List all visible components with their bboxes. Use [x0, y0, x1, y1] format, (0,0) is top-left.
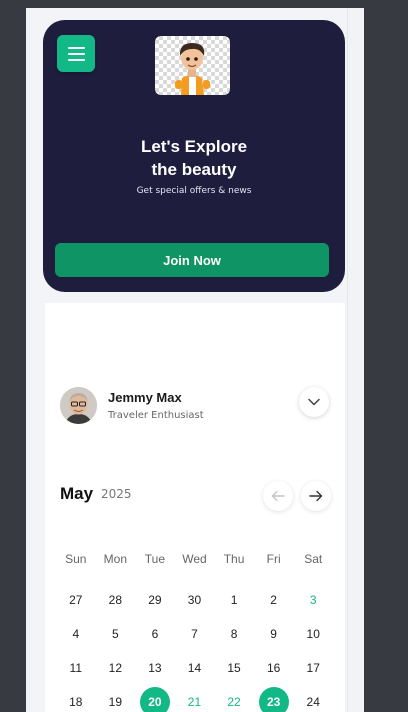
profile-role: Traveler Enthusiast — [108, 410, 204, 421]
calendar-day[interactable]: 10 — [293, 617, 333, 651]
avatar — [60, 387, 97, 424]
calendar-day-label: 24 — [306, 695, 320, 709]
calendar-day-selected[interactable]: 23 — [254, 685, 294, 712]
person-photo — [60, 387, 97, 424]
calendar-day-label: 29 — [148, 593, 162, 607]
calendar-day-label: 4 — [72, 627, 80, 641]
weekday-label: Tue — [144, 552, 166, 566]
calendar-day-label: 9 — [270, 627, 277, 641]
hero-subtitle: Get special offers & news — [136, 186, 252, 196]
calendar-day[interactable]: 24 — [293, 685, 333, 712]
calendar-day-label: 28 — [108, 593, 123, 607]
calendar-day-label: 1 — [230, 593, 238, 607]
arrow-left-icon — [271, 490, 285, 502]
weekday-label: Thu — [223, 552, 245, 566]
previous-month-button[interactable] — [263, 481, 293, 511]
promo-hero-card: Let's Explore the beauty Get special off… — [43, 20, 345, 292]
profile-calendar-card: Jemmy Max Traveler Enthusiast May 2025 S… — [45, 303, 345, 712]
calendar-day-label: 13 — [148, 661, 162, 675]
weekday-label: Mon — [103, 552, 128, 566]
calendar-day[interactable]: 18 — [56, 685, 96, 712]
app-panel: Let's Explore the beauty Get special off… — [26, 8, 364, 712]
calendar-day[interactable]: 11 — [56, 651, 96, 685]
weekday-label: Fri — [266, 552, 281, 566]
hero-title: Let's Explore the beauty — [43, 135, 345, 181]
calendar-day-label: 20 — [139, 687, 170, 712]
calendar-day[interactable]: 8 — [214, 617, 254, 651]
arrow-right-icon — [309, 490, 323, 502]
chevron-down-icon — [308, 398, 320, 406]
calendar-day-label: 18 — [69, 695, 83, 709]
calendar-day-label: 27 — [69, 593, 83, 607]
calendar-day-label: 12 — [108, 661, 123, 675]
calendar-day[interactable]: 19 — [96, 685, 136, 712]
calendar-day[interactable]: 15 — [214, 651, 254, 685]
hamburger-line — [67, 52, 85, 55]
calendar-day-label: 23 — [258, 687, 289, 712]
calendar-day-label: 8 — [230, 627, 238, 641]
calendar-day[interactable]: 3 — [293, 583, 333, 617]
calendar-day-label: 14 — [187, 661, 202, 675]
calendar-day-label: 10 — [306, 627, 320, 641]
calendar-day[interactable]: 22 — [214, 685, 254, 712]
hamburger-menu-icon — [67, 46, 85, 49]
calendar-day[interactable]: 21 — [175, 685, 215, 712]
calendar-day[interactable]: 9 — [254, 617, 294, 651]
calendar-grid: 27 28 29 30 1 2 3 4 5 6 7 8 9 10 11 12 13 14 15 16 17 18 19 20 2… — [56, 583, 333, 712]
calendar-day[interactable]: 28 — [96, 583, 136, 617]
calendar-day[interactable]: 14 — [175, 651, 215, 685]
calendar-day-label: 19 — [108, 695, 123, 709]
next-month-button[interactable] — [301, 481, 331, 511]
scrollbar[interactable] — [347, 8, 364, 712]
calendar-day[interactable]: 13 — [135, 651, 175, 685]
calendar-day[interactable]: 16 — [254, 651, 294, 685]
calendar-day-label: 16 — [266, 661, 281, 675]
profile-name: Jemmy Max — [108, 390, 182, 405]
calendar-day-selected[interactable]: 20 — [135, 685, 175, 712]
calendar-day[interactable]: 2 — [254, 583, 294, 617]
calendar-year: 2025 — [101, 487, 132, 501]
calendar-day[interactable]: 29 — [135, 583, 175, 617]
calendar-day-label: 3 — [309, 593, 317, 607]
calendar-day[interactable]: 17 — [293, 651, 333, 685]
weekday-label: Sun — [65, 552, 87, 566]
calendar-day-label: 2 — [270, 593, 277, 607]
hamburger-line — [67, 58, 85, 61]
cartoon-character-illustration — [175, 43, 210, 95]
weekday-header: Sun Mon Tue Wed Thu Fri Sat — [56, 552, 333, 566]
calendar-day-label: 5 — [112, 627, 119, 641]
hero-title-line-2: the beauty — [151, 160, 237, 179]
calendar-day[interactable]: 6 — [135, 617, 175, 651]
menu-button[interactable] — [57, 35, 95, 72]
calendar-day-label: 17 — [306, 661, 320, 675]
calendar-month: May — [60, 484, 94, 503]
calendar-day-label: 30 — [187, 593, 202, 607]
calendar-day-label: 21 — [187, 695, 202, 709]
calendar-day-label: 7 — [191, 627, 198, 641]
calendar-day[interactable]: 4 — [56, 617, 96, 651]
calendar-day[interactable]: 30 — [175, 583, 215, 617]
weekday-label: Wed — [182, 552, 207, 566]
calendar-day[interactable]: 27 — [56, 583, 96, 617]
calendar-day-label: 22 — [227, 695, 241, 709]
join-now-button[interactable]: Join Now — [55, 243, 329, 277]
calendar-day-label: 15 — [227, 661, 241, 675]
weekday-label: Sat — [304, 552, 323, 566]
calendar-day[interactable]: 12 — [96, 651, 136, 685]
calendar-day[interactable]: 7 — [175, 617, 215, 651]
calendar-day[interactable]: 5 — [96, 617, 136, 651]
calendar-day-label: 11 — [69, 661, 83, 675]
hero-title-line-1: Let's Explore — [140, 137, 248, 156]
calendar-day[interactable]: 1 — [214, 583, 254, 617]
profile-dropdown-button[interactable] — [299, 387, 329, 417]
calendar-day-label: 6 — [151, 627, 159, 641]
cartoon-avatar-image — [155, 36, 230, 95]
